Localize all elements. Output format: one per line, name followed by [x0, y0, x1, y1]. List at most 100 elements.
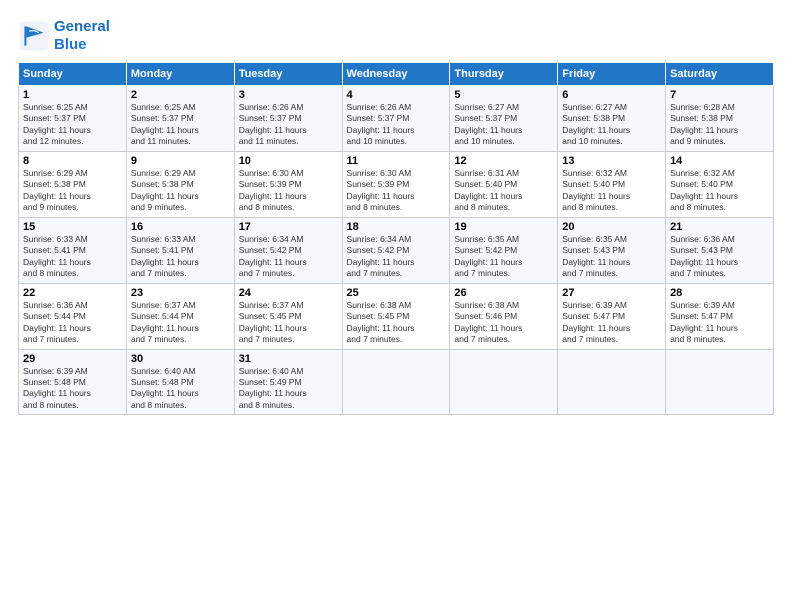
calendar-week-4: 22Sunrise: 6:36 AM Sunset: 5:44 PM Dayli…	[19, 283, 774, 349]
day-number: 18	[347, 221, 446, 233]
calendar-cell	[666, 349, 774, 415]
calendar-cell: 4Sunrise: 6:26 AM Sunset: 5:37 PM Daylig…	[342, 86, 450, 152]
calendar-cell: 7Sunrise: 6:28 AM Sunset: 5:38 PM Daylig…	[666, 86, 774, 152]
calendar-cell: 23Sunrise: 6:37 AM Sunset: 5:44 PM Dayli…	[126, 283, 234, 349]
day-number: 11	[347, 155, 446, 167]
calendar-week-3: 15Sunrise: 6:33 AM Sunset: 5:41 PM Dayli…	[19, 217, 774, 283]
calendar-cell: 16Sunrise: 6:33 AM Sunset: 5:41 PM Dayli…	[126, 217, 234, 283]
calendar-cell: 17Sunrise: 6:34 AM Sunset: 5:42 PM Dayli…	[234, 217, 342, 283]
calendar-cell: 25Sunrise: 6:38 AM Sunset: 5:45 PM Dayli…	[342, 283, 450, 349]
day-detail: Sunrise: 6:25 AM Sunset: 5:37 PM Dayligh…	[131, 102, 230, 148]
day-detail: Sunrise: 6:31 AM Sunset: 5:40 PM Dayligh…	[454, 168, 553, 214]
calendar-cell: 21Sunrise: 6:36 AM Sunset: 5:43 PM Dayli…	[666, 217, 774, 283]
calendar-header-thursday: Thursday	[450, 63, 558, 86]
calendar-cell	[342, 349, 450, 415]
calendar-cell: 29Sunrise: 6:39 AM Sunset: 5:48 PM Dayli…	[19, 349, 127, 415]
day-detail: Sunrise: 6:26 AM Sunset: 5:37 PM Dayligh…	[239, 102, 338, 148]
calendar-week-5: 29Sunrise: 6:39 AM Sunset: 5:48 PM Dayli…	[19, 349, 774, 415]
day-detail: Sunrise: 6:35 AM Sunset: 5:43 PM Dayligh…	[562, 234, 661, 280]
day-number: 26	[454, 287, 553, 299]
day-detail: Sunrise: 6:40 AM Sunset: 5:49 PM Dayligh…	[239, 366, 338, 412]
calendar-header-tuesday: Tuesday	[234, 63, 342, 86]
calendar-cell: 14Sunrise: 6:32 AM Sunset: 5:40 PM Dayli…	[666, 151, 774, 217]
calendar-cell	[450, 349, 558, 415]
calendar-cell: 20Sunrise: 6:35 AM Sunset: 5:43 PM Dayli…	[558, 217, 666, 283]
logo-text: General Blue	[54, 18, 110, 54]
day-detail: Sunrise: 6:30 AM Sunset: 5:39 PM Dayligh…	[347, 168, 446, 214]
day-number: 28	[670, 287, 769, 299]
day-detail: Sunrise: 6:33 AM Sunset: 5:41 PM Dayligh…	[131, 234, 230, 280]
day-detail: Sunrise: 6:30 AM Sunset: 5:39 PM Dayligh…	[239, 168, 338, 214]
day-number: 21	[670, 221, 769, 233]
day-number: 9	[131, 155, 230, 167]
calendar-cell: 13Sunrise: 6:32 AM Sunset: 5:40 PM Dayli…	[558, 151, 666, 217]
calendar-cell: 15Sunrise: 6:33 AM Sunset: 5:41 PM Dayli…	[19, 217, 127, 283]
day-number: 20	[562, 221, 661, 233]
day-number: 22	[23, 287, 122, 299]
day-detail: Sunrise: 6:25 AM Sunset: 5:37 PM Dayligh…	[23, 102, 122, 148]
calendar-cell: 28Sunrise: 6:39 AM Sunset: 5:47 PM Dayli…	[666, 283, 774, 349]
header: General Blue	[18, 18, 774, 54]
day-number: 1	[23, 89, 122, 101]
calendar-cell: 26Sunrise: 6:38 AM Sunset: 5:46 PM Dayli…	[450, 283, 558, 349]
calendar-cell: 9Sunrise: 6:29 AM Sunset: 5:38 PM Daylig…	[126, 151, 234, 217]
calendar-cell: 5Sunrise: 6:27 AM Sunset: 5:37 PM Daylig…	[450, 86, 558, 152]
day-detail: Sunrise: 6:34 AM Sunset: 5:42 PM Dayligh…	[239, 234, 338, 280]
calendar-cell: 19Sunrise: 6:35 AM Sunset: 5:42 PM Dayli…	[450, 217, 558, 283]
calendar-cell: 24Sunrise: 6:37 AM Sunset: 5:45 PM Dayli…	[234, 283, 342, 349]
day-detail: Sunrise: 6:39 AM Sunset: 5:47 PM Dayligh…	[670, 300, 769, 346]
day-number: 4	[347, 89, 446, 101]
day-detail: Sunrise: 6:36 AM Sunset: 5:43 PM Dayligh…	[670, 234, 769, 280]
day-number: 7	[670, 89, 769, 101]
calendar-header-saturday: Saturday	[666, 63, 774, 86]
calendar-cell: 18Sunrise: 6:34 AM Sunset: 5:42 PM Dayli…	[342, 217, 450, 283]
calendar-header-sunday: Sunday	[19, 63, 127, 86]
day-detail: Sunrise: 6:39 AM Sunset: 5:47 PM Dayligh…	[562, 300, 661, 346]
day-number: 2	[131, 89, 230, 101]
calendar-cell: 27Sunrise: 6:39 AM Sunset: 5:47 PM Dayli…	[558, 283, 666, 349]
day-number: 29	[23, 353, 122, 365]
day-number: 17	[239, 221, 338, 233]
logo-icon	[18, 20, 50, 52]
calendar-cell: 2Sunrise: 6:25 AM Sunset: 5:37 PM Daylig…	[126, 86, 234, 152]
calendar-cell: 3Sunrise: 6:26 AM Sunset: 5:37 PM Daylig…	[234, 86, 342, 152]
day-detail: Sunrise: 6:37 AM Sunset: 5:45 PM Dayligh…	[239, 300, 338, 346]
day-detail: Sunrise: 6:40 AM Sunset: 5:48 PM Dayligh…	[131, 366, 230, 412]
day-detail: Sunrise: 6:27 AM Sunset: 5:38 PM Dayligh…	[562, 102, 661, 148]
calendar-week-1: 1Sunrise: 6:25 AM Sunset: 5:37 PM Daylig…	[19, 86, 774, 152]
calendar-table: SundayMondayTuesdayWednesdayThursdayFrid…	[18, 62, 774, 415]
calendar-cell: 8Sunrise: 6:29 AM Sunset: 5:38 PM Daylig…	[19, 151, 127, 217]
day-detail: Sunrise: 6:39 AM Sunset: 5:48 PM Dayligh…	[23, 366, 122, 412]
calendar-cell: 12Sunrise: 6:31 AM Sunset: 5:40 PM Dayli…	[450, 151, 558, 217]
day-detail: Sunrise: 6:33 AM Sunset: 5:41 PM Dayligh…	[23, 234, 122, 280]
day-detail: Sunrise: 6:28 AM Sunset: 5:38 PM Dayligh…	[670, 102, 769, 148]
day-number: 27	[562, 287, 661, 299]
day-number: 3	[239, 89, 338, 101]
calendar-week-2: 8Sunrise: 6:29 AM Sunset: 5:38 PM Daylig…	[19, 151, 774, 217]
day-detail: Sunrise: 6:29 AM Sunset: 5:38 PM Dayligh…	[131, 168, 230, 214]
day-number: 13	[562, 155, 661, 167]
day-number: 24	[239, 287, 338, 299]
day-number: 15	[23, 221, 122, 233]
day-number: 19	[454, 221, 553, 233]
day-number: 30	[131, 353, 230, 365]
day-number: 12	[454, 155, 553, 167]
day-number: 31	[239, 353, 338, 365]
day-number: 16	[131, 221, 230, 233]
calendar-cell: 31Sunrise: 6:40 AM Sunset: 5:49 PM Dayli…	[234, 349, 342, 415]
calendar-header-friday: Friday	[558, 63, 666, 86]
day-number: 6	[562, 89, 661, 101]
day-number: 25	[347, 287, 446, 299]
calendar-cell: 10Sunrise: 6:30 AM Sunset: 5:39 PM Dayli…	[234, 151, 342, 217]
page: General Blue SundayMondayTuesdayWednesda…	[0, 0, 792, 612]
calendar-cell: 6Sunrise: 6:27 AM Sunset: 5:38 PM Daylig…	[558, 86, 666, 152]
calendar-cell: 1Sunrise: 6:25 AM Sunset: 5:37 PM Daylig…	[19, 86, 127, 152]
day-number: 8	[23, 155, 122, 167]
day-detail: Sunrise: 6:27 AM Sunset: 5:37 PM Dayligh…	[454, 102, 553, 148]
calendar-cell: 22Sunrise: 6:36 AM Sunset: 5:44 PM Dayli…	[19, 283, 127, 349]
day-detail: Sunrise: 6:38 AM Sunset: 5:46 PM Dayligh…	[454, 300, 553, 346]
calendar-header-monday: Monday	[126, 63, 234, 86]
day-detail: Sunrise: 6:32 AM Sunset: 5:40 PM Dayligh…	[562, 168, 661, 214]
day-detail: Sunrise: 6:38 AM Sunset: 5:45 PM Dayligh…	[347, 300, 446, 346]
day-detail: Sunrise: 6:29 AM Sunset: 5:38 PM Dayligh…	[23, 168, 122, 214]
